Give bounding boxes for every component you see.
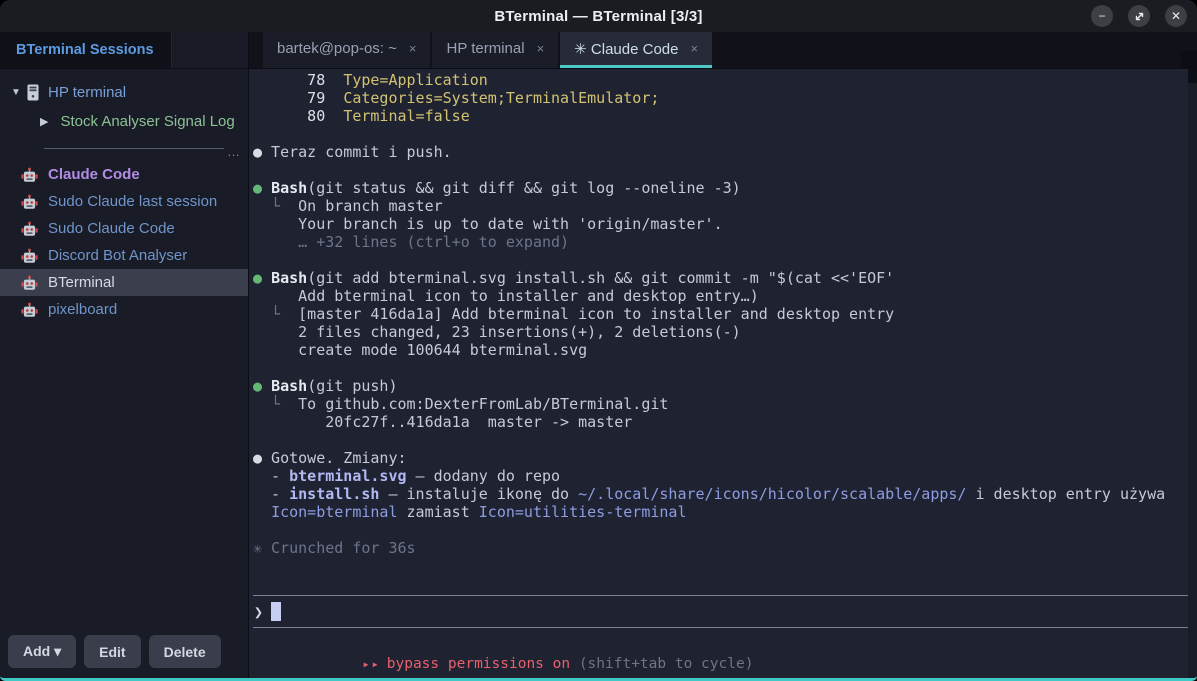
session-label: pixelboard [48, 301, 117, 318]
terminal-line: └ To github.com:DexterFromLab/BTerminal.… [253, 395, 1197, 413]
session-tree: ▼ HP terminal ▶ Stock Analyser Signal Lo… [0, 69, 248, 136]
computer-icon [27, 84, 39, 101]
terminal-line: 20fc27f..416da1a master -> master [253, 413, 1197, 431]
tab[interactable]: HP terminal × [432, 32, 558, 68]
tabbar-corner [1181, 51, 1197, 68]
tree-item-stock-analyser-log[interactable]: ▶ Stock Analyser Signal Log [0, 107, 248, 136]
tree-item-label: HP terminal [48, 84, 126, 101]
terminal-line: - install.sh — instaluje ikonę do ~/.loc… [253, 485, 1197, 503]
sidebar-buttons: Add ▾ Edit Delete [0, 627, 248, 678]
tab-label: ✳ Claude Code [574, 40, 678, 58]
terminal-input[interactable]: ❯ [253, 595, 1197, 628]
session-label: BTerminal [48, 274, 115, 291]
delete-button[interactable]: Delete [149, 635, 221, 668]
app-window: BTerminal — BTerminal [3/3] − ✕ BTermina… [0, 0, 1197, 681]
session-label: Claude Code [48, 166, 140, 183]
robot-icon [21, 221, 38, 237]
terminal-line: ✳ Crunched for 36s [253, 539, 1197, 557]
terminal-line: ● Teraz commit i push. [253, 143, 1197, 161]
session-list: Claude Code Sudo Claude last session Sud… [0, 161, 248, 323]
chevron-down-icon[interactable]: ▼ [9, 87, 23, 98]
tab-bar: bartek@pop-os: ~×HP terminal×✳ Claude Co… [249, 32, 1197, 69]
terminal-scrollbar[interactable] [1188, 69, 1197, 678]
scrollbar-thumb[interactable] [1188, 69, 1197, 83]
session-label: Sudo Claude last session [48, 193, 217, 210]
terminal-line: 79 Categories=System;TerminalEmulator; [253, 89, 1197, 107]
terminal-line [253, 521, 1197, 539]
minimize-button[interactable]: − [1091, 5, 1113, 27]
edit-button[interactable]: Edit [84, 635, 140, 668]
text-cursor [271, 602, 281, 621]
session-label: Sudo Claude Code [48, 220, 175, 237]
robot-icon [21, 302, 38, 318]
mode-hint-label: (shift+tab to cycle) [570, 656, 753, 672]
window-title: BTerminal — BTerminal [3/3] [494, 8, 702, 25]
session-item[interactable]: Sudo Claude Code [0, 215, 248, 242]
close-button[interactable]: ✕ [1165, 5, 1187, 27]
terminal-line: └ On branch master [253, 197, 1197, 215]
terminal-status-bar: ▸▸ bypass permissions on (shift+tab to cy… [253, 628, 1197, 678]
robot-icon [21, 248, 38, 264]
main-area: bartek@pop-os: ~×HP terminal×✳ Claude Co… [249, 32, 1197, 678]
session-label: Discord Bot Analyser [48, 247, 187, 264]
sidebar-header-tab[interactable]: BTerminal Sessions [0, 32, 172, 68]
close-icon[interactable]: × [537, 41, 545, 56]
sidebar-divider: … [44, 148, 240, 149]
tab[interactable]: bartek@pop-os: ~ × [263, 32, 430, 68]
terminal-line: ● Gotowe. Zmiany: [253, 449, 1197, 467]
terminal-line: ● Bash(git status && git diff && git log… [253, 179, 1197, 197]
session-item[interactable]: BTerminal [0, 269, 248, 296]
terminal-line: create mode 100644 bterminal.svg [253, 341, 1197, 359]
tab[interactable]: ✳ Claude Code × [560, 32, 712, 68]
tab-label: HP terminal [446, 40, 524, 57]
window-body: BTerminal Sessions ▼ HP terminal [0, 32, 1197, 678]
robot-icon [21, 194, 38, 210]
terminal-line: 2 files changed, 23 insertions(+), 2 del… [253, 323, 1197, 341]
terminal-line: Icon=bterminal zamiast Icon=utilities-te… [253, 503, 1197, 521]
terminal-line: ● Bash(git push) [253, 377, 1197, 395]
terminal-line [253, 161, 1197, 179]
session-item[interactable]: Claude Code [0, 161, 248, 188]
play-icon: ▶ [40, 115, 48, 128]
tab-label: bartek@pop-os: ~ [277, 40, 397, 57]
terminal-line: Add bterminal icon to installer and desk… [253, 287, 1197, 305]
sidebar-spacer [0, 323, 248, 627]
session-item[interactable]: pixelboard [0, 296, 248, 323]
terminal-line: ● Bash(git add bterminal.svg install.sh … [253, 269, 1197, 287]
session-item[interactable]: Discord Bot Analyser [0, 242, 248, 269]
prompt-chevron-icon: ❯ [254, 603, 263, 621]
maximize-button[interactable] [1128, 5, 1150, 27]
sidebar-header: BTerminal Sessions [0, 32, 248, 69]
tree-child-label: Stock Analyser Signal Log [60, 113, 234, 130]
divider-line [44, 148, 224, 149]
add-button[interactable]: Add ▾ [8, 635, 76, 668]
terminal-line [253, 251, 1197, 269]
maximize-icon [1134, 11, 1145, 22]
terminal-line [253, 125, 1197, 143]
terminal-output: 78 Type=Application 79 Categories=System… [253, 71, 1197, 557]
permission-mode-label[interactable]: bypass permissions on [387, 656, 570, 672]
close-icon[interactable]: × [690, 41, 698, 56]
session-item[interactable]: Sudo Claude last session [0, 188, 248, 215]
terminal-pane[interactable]: 78 Type=Application 79 Categories=System… [249, 69, 1197, 678]
terminal-line [253, 359, 1197, 377]
terminal-line: - bterminal.svg — dodany do repo [253, 467, 1197, 485]
double-arrow-icon: ▸▸ [362, 657, 380, 671]
terminal-line: Your branch is up to date with 'origin/m… [253, 215, 1197, 233]
robot-icon [21, 167, 38, 183]
terminal-line: … +32 lines (ctrl+o to expand) [253, 233, 1197, 251]
robot-icon [21, 275, 38, 291]
sessions-sidebar: BTerminal Sessions ▼ HP terminal [0, 32, 249, 678]
title-bar[interactable]: BTerminal — BTerminal [3/3] − ✕ [0, 0, 1197, 32]
window-controls: − ✕ [1091, 5, 1187, 27]
close-icon[interactable]: × [409, 41, 417, 56]
tree-item-hp-terminal[interactable]: ▼ HP terminal [0, 78, 248, 107]
terminal-line [253, 431, 1197, 449]
terminal-line: 80 Terminal=false [253, 107, 1197, 125]
terminal-line: └ [master 416da1a] Add bterminal icon to… [253, 305, 1197, 323]
terminal-line: 78 Type=Application [253, 71, 1197, 89]
